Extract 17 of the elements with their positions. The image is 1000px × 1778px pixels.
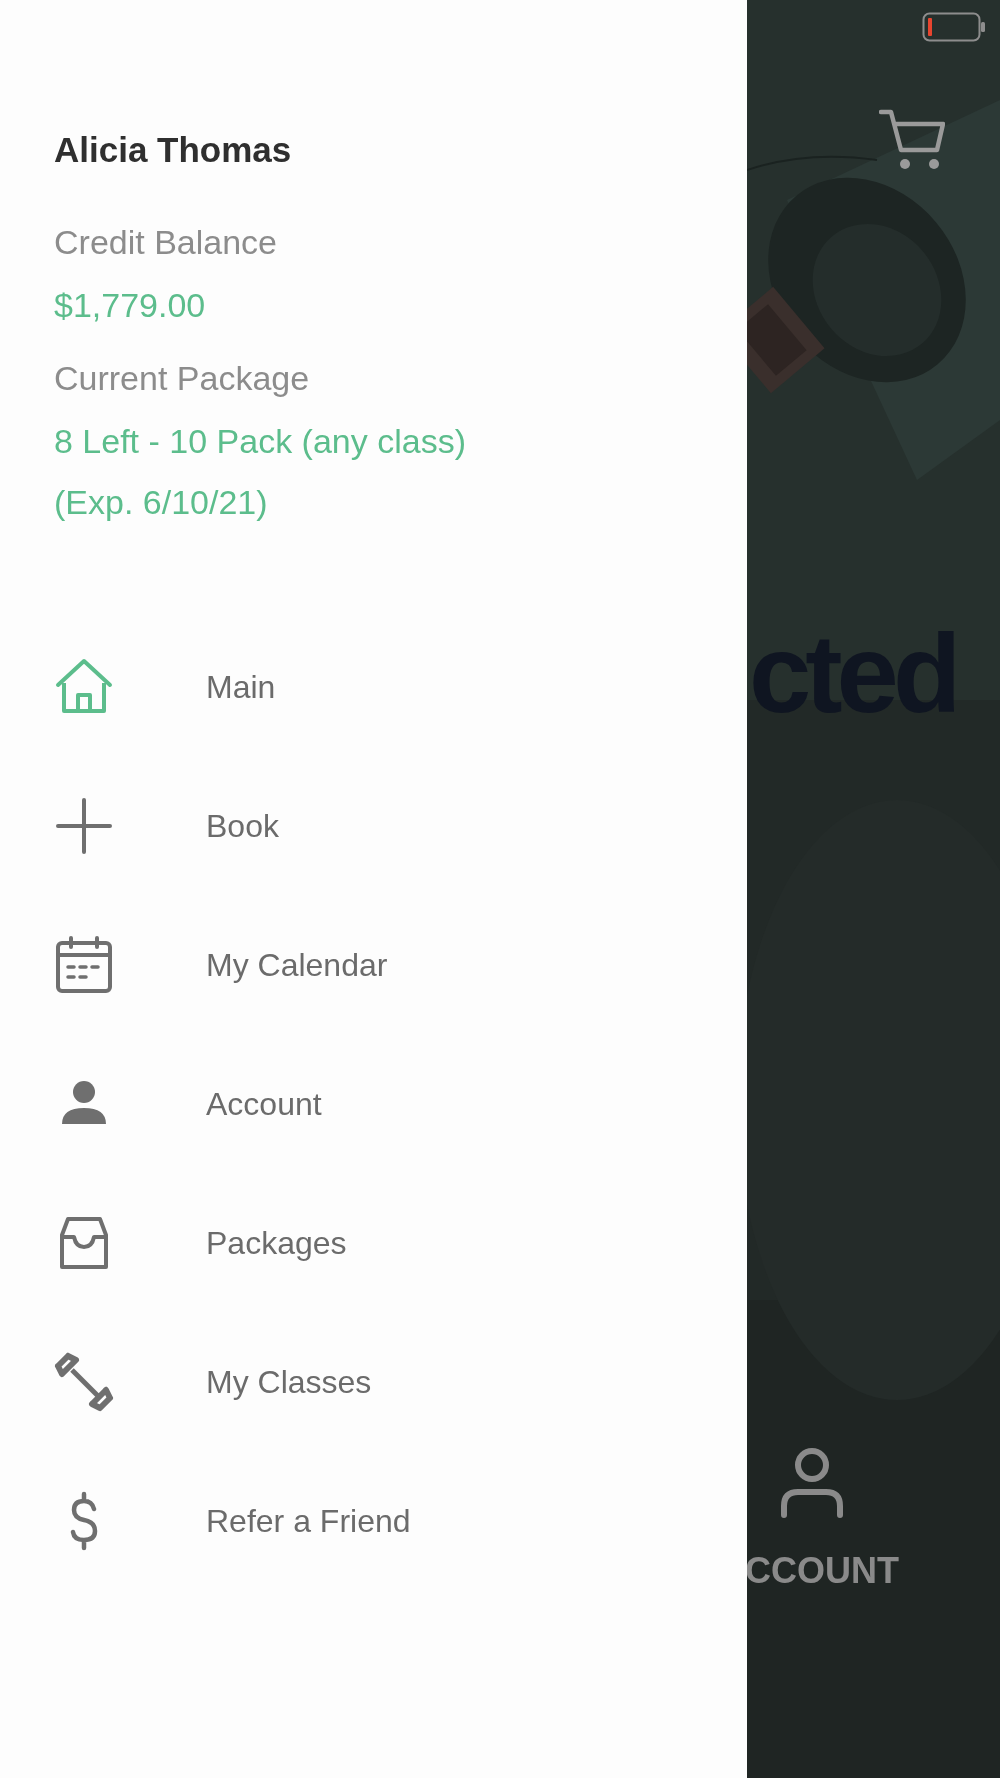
menu-item[interactable]: Refer a Friend: [206, 1497, 411, 1545]
user-name: Alicia Thomas: [54, 129, 292, 171]
cart-icon[interactable]: [879, 108, 945, 172]
battery-icon: [922, 12, 986, 42]
current-package-label: Current Package: [54, 357, 310, 399]
credit-balance-value: $1,779.00: [54, 284, 206, 326]
menu-item[interactable]: Packages: [206, 1219, 347, 1267]
menu-item[interactable]: Account: [206, 1080, 322, 1128]
menu-item[interactable]: Main: [206, 663, 276, 711]
menu-item[interactable]: My Classes: [206, 1358, 372, 1406]
current-package-value: 8 Left - 10 Pack (any class): [54, 420, 466, 462]
account-tab-label[interactable]: CCOUNT: [747, 1553, 899, 1589]
menu-item[interactable]: Book: [206, 802, 279, 850]
menu-item[interactable]: My Calendar: [206, 941, 388, 989]
account-icon[interactable]: [780, 1448, 844, 1518]
credit-balance-label: Credit Balance: [54, 221, 277, 263]
current-package-value: (Exp. 6/10/21): [54, 481, 268, 523]
